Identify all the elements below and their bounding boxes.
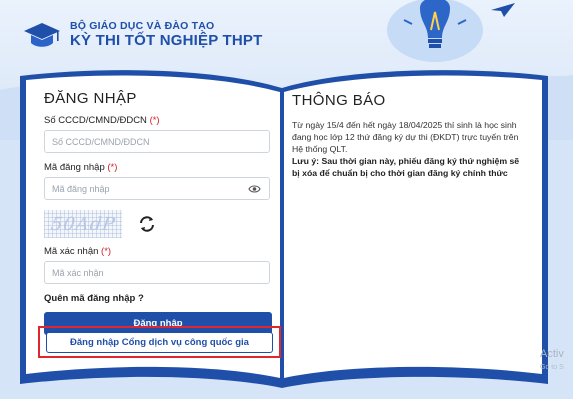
highlight-box: Đăng nhập Cổng dịch vụ công quốc gia: [38, 326, 281, 358]
activation-watermark-sub: Go to S: [540, 364, 564, 371]
login-form: ĐĂNG NHẬP Số CCCD/CMND/ĐDCN (*) Số CCCD/…: [44, 90, 272, 335]
national-portal-login-button[interactable]: Đăng nhập Cổng dịch vụ công quốc gia: [46, 332, 273, 353]
required-mark: (*): [149, 115, 160, 126]
login-heading: ĐĂNG NHẬP: [44, 90, 137, 107]
graduation-cap-logo-icon: [24, 23, 60, 47]
eye-icon[interactable]: [248, 183, 261, 195]
forgot-password-link[interactable]: Quên mã đăng nhập ?: [44, 293, 272, 304]
exam-title: KỲ THI TỐT NGHIỆP THPT: [70, 31, 263, 49]
id-number-input[interactable]: Số CCCD/CMND/ĐDCN: [44, 130, 270, 153]
refresh-icon[interactable]: [138, 215, 156, 233]
captcha-image: 50AdP: [44, 210, 122, 238]
notice-body: Từ ngày 15/4 đến hết ngày 18/04/2025 thí…: [292, 120, 519, 154]
captcha-label: Mã xác nhận (*): [44, 246, 112, 257]
required-mark: (*): [101, 246, 112, 257]
ministry-name: BỘ GIÁO DỤC VÀ ĐÀO TẠO: [70, 19, 215, 32]
id-number-label: Số CCCD/CMND/ĐDCN (*): [44, 115, 160, 126]
paper-plane-icon: [491, 3, 515, 17]
notice-warning: Lưu ý: Sau thời gian này, phiếu đăng ký …: [292, 156, 520, 178]
password-input[interactable]: Mã đăng nhập: [44, 177, 270, 200]
activation-watermark: Activ: [540, 348, 564, 360]
notice-panel: THÔNG BÁO Từ ngày 15/4 đến hết ngày 18/0…: [292, 92, 524, 179]
site-header: BỘ GIÁO DỤC VÀ ĐÀO TẠO KỲ THI TỐT NGHIỆP…: [22, 20, 262, 50]
notice-heading: THÔNG BÁO: [292, 92, 386, 109]
required-mark: (*): [107, 162, 118, 173]
captcha-input[interactable]: Mã xác nhận: [44, 261, 270, 284]
password-label: Mã đăng nhập (*): [44, 162, 118, 173]
